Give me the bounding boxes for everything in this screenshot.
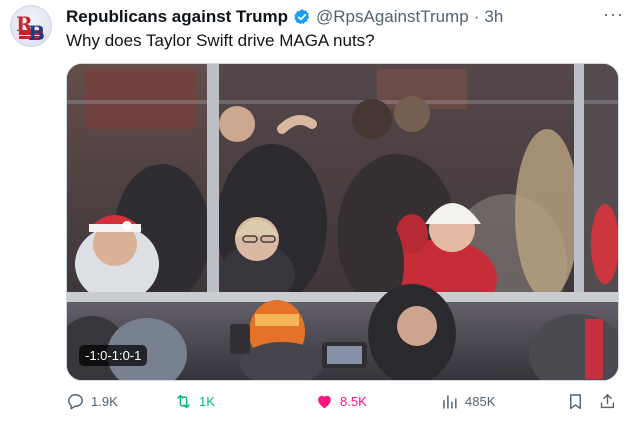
video-timestamp: -1:0-1:0-1	[79, 345, 148, 366]
tweet-actions: 1.9K 1K 8.5K 485K	[66, 392, 617, 414]
retweet-button[interactable]: 1K	[174, 392, 215, 411]
retweet-count: 1K	[199, 394, 215, 409]
bookmark-icon	[570, 394, 581, 410]
like-button[interactable]: 8.5K	[315, 392, 367, 411]
video-frame	[67, 64, 618, 380]
retweet-icon	[177, 394, 190, 409]
heart-icon	[318, 395, 331, 409]
author-display-name[interactable]: Republicans against Trump	[66, 7, 288, 27]
reply-count: 1.9K	[91, 394, 118, 409]
bookmark-button[interactable]	[566, 392, 591, 411]
tweet-timestamp[interactable]: 3h	[484, 7, 503, 27]
header-separator: ·	[473, 7, 480, 26]
more-icon[interactable]: ···	[603, 5, 624, 23]
share-button[interactable]	[598, 392, 623, 411]
tweet-video[interactable]: -1:0-1:0-1	[66, 63, 619, 381]
verified-badge-icon[interactable]	[293, 8, 311, 26]
views-icon	[443, 395, 457, 409]
svg-text:B: B	[28, 21, 45, 45]
like-count: 8.5K	[340, 394, 367, 409]
reply-icon	[68, 394, 83, 410]
tweet-text: Why does Taylor Swift drive MAGA nuts?	[66, 31, 375, 50]
avatar-logo: R B	[16, 12, 45, 45]
author-handle[interactable]: @RpsAgainstTrump	[316, 7, 469, 27]
views-count: 485K	[465, 394, 496, 409]
reply-button[interactable]: 1.9K	[66, 392, 118, 411]
tweet-header: Republicans against Trump @RpsAgainstTru…	[66, 6, 503, 28]
views-button[interactable]: 485K	[440, 392, 495, 411]
author-avatar[interactable]: R B	[10, 5, 52, 47]
share-icon	[600, 394, 615, 409]
